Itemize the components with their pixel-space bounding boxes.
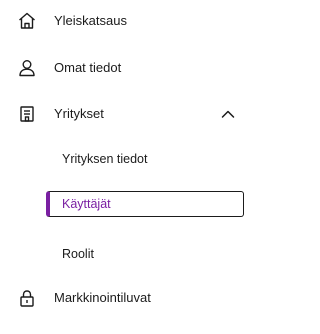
building-icon: [17, 104, 37, 124]
side-navigation: Yleiskatsaus Omat tiedot Yritykset Yrity…: [0, 0, 260, 334]
home-icon: [17, 11, 37, 31]
user-icon: [17, 58, 37, 78]
nav-item-label: Omat tiedot: [54, 60, 122, 75]
nav-item-label: Markkinointiluvat: [54, 290, 151, 305]
nav-item-label: Yleiskatsaus: [54, 13, 127, 28]
sub-nav-item-users[interactable]: Käyttäjät: [46, 191, 244, 217]
lock-icon: [17, 288, 37, 308]
sub-nav-item-roles[interactable]: Roolit: [46, 241, 244, 267]
sub-nav-item-label: Yrityksen tiedot: [62, 152, 148, 166]
sub-nav-item-label: Roolit: [62, 247, 94, 261]
nav-item-label: Yritykset: [54, 106, 104, 121]
nav-item-overview[interactable]: Yleiskatsaus: [0, 8, 260, 34]
sub-nav-item-company-info[interactable]: Yrityksen tiedot: [46, 146, 244, 172]
sub-nav-item-label: Käyttäjät: [62, 197, 111, 211]
chevron-up-icon[interactable]: [220, 106, 236, 122]
nav-item-marketing-permissions[interactable]: Markkinointiluvat: [0, 285, 260, 311]
nav-item-profile[interactable]: Omat tiedot: [0, 55, 260, 81]
nav-item-companies[interactable]: Yritykset: [0, 101, 260, 127]
